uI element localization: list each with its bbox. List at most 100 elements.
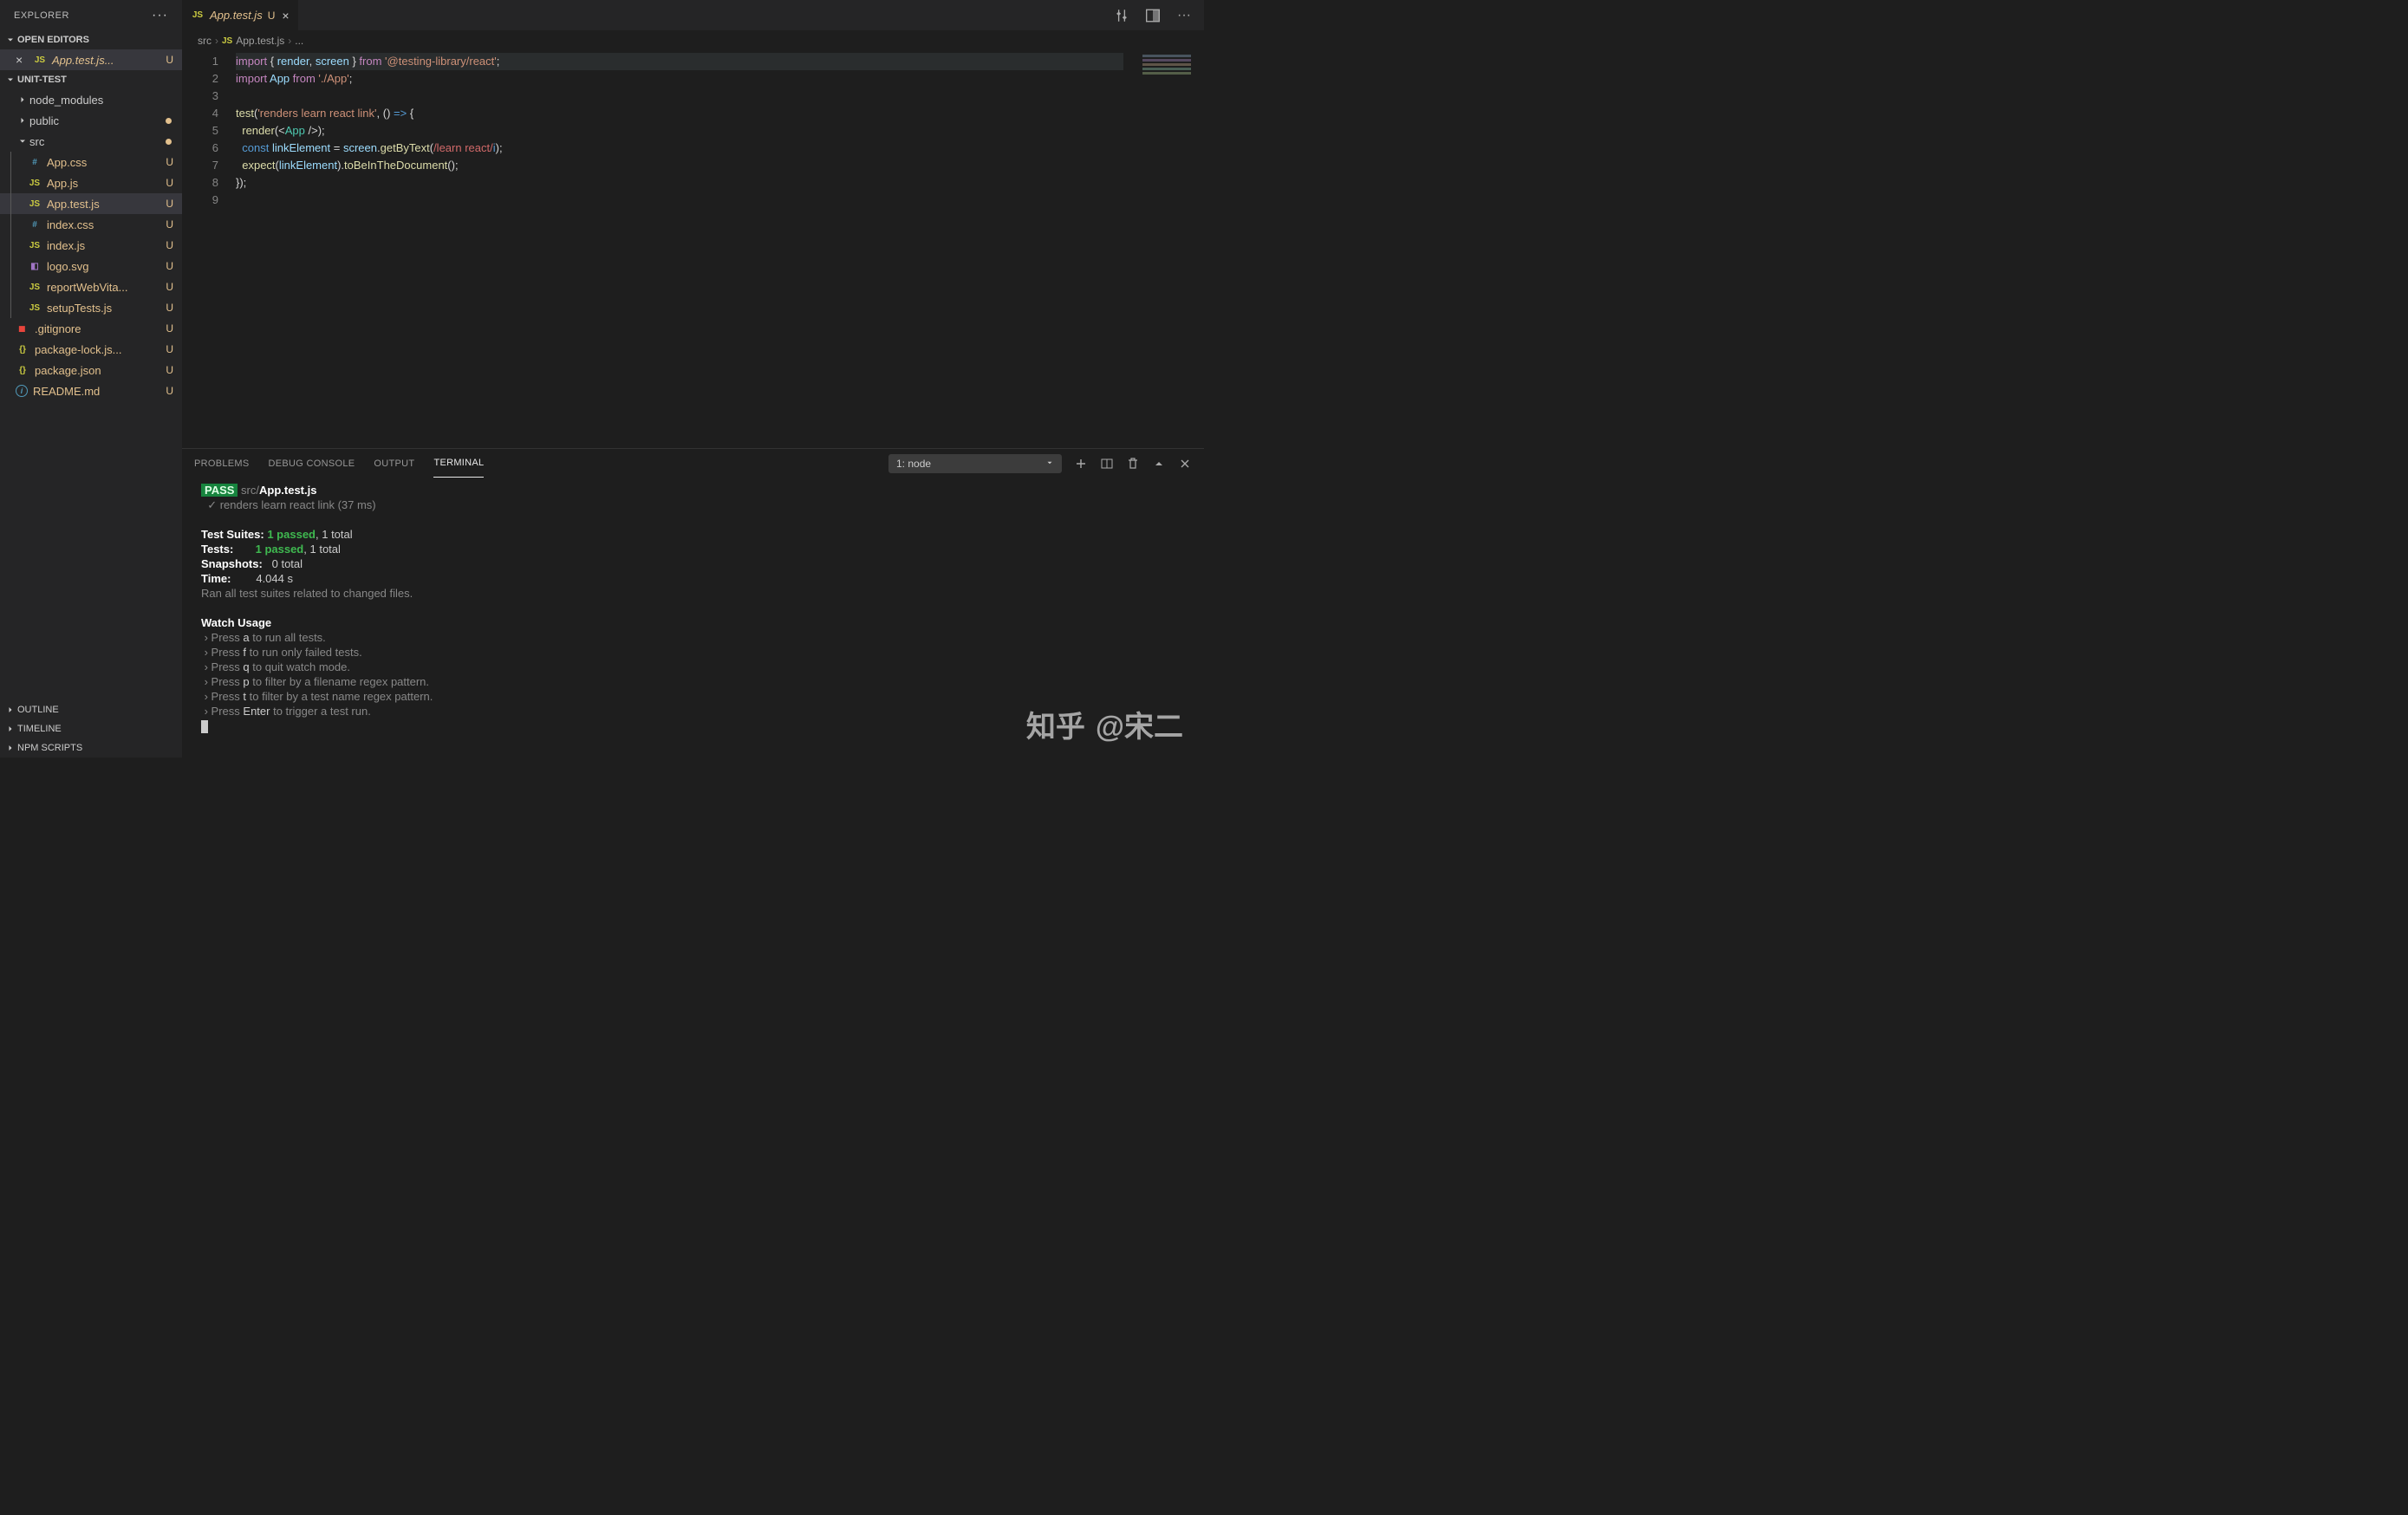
- close-icon[interactable]: ×: [282, 9, 289, 23]
- json-icon: {}: [16, 363, 29, 377]
- status-u: U: [166, 218, 173, 231]
- file-row[interactable]: #index.cssU: [0, 214, 182, 235]
- file-name: package.json: [35, 364, 101, 377]
- file-name: reportWebVita...: [47, 281, 127, 294]
- folder-name: public: [29, 114, 59, 127]
- status-u: U: [166, 302, 173, 314]
- line-gutter: 123456789: [182, 51, 236, 448]
- status-u: U: [166, 239, 173, 251]
- file-row[interactable]: iREADME.mdU: [0, 380, 182, 401]
- open-editors-header[interactable]: OPEN EDITORS: [0, 30, 182, 49]
- tab-output[interactable]: OUTPUT: [374, 449, 414, 478]
- file-name: App.css: [47, 156, 87, 169]
- editor-main: JS App.test.js U × ··· src › JS App.test…: [182, 0, 1204, 758]
- explorer-header: EXPLORER ···: [0, 0, 182, 30]
- plus-icon[interactable]: [1074, 457, 1088, 471]
- breadcrumb[interactable]: src › JS App.test.js › ...: [182, 30, 1204, 51]
- file-row[interactable]: #App.cssU: [0, 152, 182, 172]
- folder-name: src: [29, 135, 44, 148]
- terminal-select[interactable]: 1: node: [888, 454, 1062, 473]
- modified-dot: [166, 118, 172, 124]
- js-icon: JS: [28, 301, 42, 315]
- open-editor-filename: App.test.js...: [52, 54, 114, 67]
- line-number: 3: [182, 88, 218, 105]
- tab-actions: ···: [1114, 0, 1204, 30]
- tab-filename: App.test.js: [210, 9, 263, 22]
- trash-icon[interactable]: [1126, 457, 1140, 471]
- workspace-label: UNIT-TEST: [17, 75, 67, 85]
- split-editor-icon[interactable]: [1145, 8, 1161, 23]
- watermark: 知乎@宋二: [1026, 703, 1183, 745]
- compare-icon[interactable]: [1114, 8, 1129, 23]
- folder-row[interactable]: node_modules: [0, 89, 182, 110]
- file-row[interactable]: {} package.json U: [0, 360, 182, 380]
- split-icon[interactable]: [1100, 457, 1114, 471]
- chevron-icon: [16, 134, 29, 148]
- bottom-panel: PROBLEMS DEBUG CONSOLE OUTPUT TERMINAL 1…: [182, 448, 1204, 758]
- open-editor-item[interactable]: × JS App.test.js... U: [0, 49, 182, 70]
- file-name: App.js: [47, 177, 78, 190]
- chevron-right-icon: [3, 703, 17, 717]
- line-number: 4: [182, 105, 218, 122]
- chevron-up-icon[interactable]: [1152, 457, 1166, 471]
- js-icon: JS: [222, 34, 232, 48]
- status-u: U: [166, 343, 173, 355]
- line-number: 5: [182, 122, 218, 140]
- npm-scripts-header[interactable]: NPM SCRIPTS: [0, 738, 182, 758]
- folder-row[interactable]: src: [0, 131, 182, 152]
- file-row[interactable]: JS App.js U: [0, 172, 182, 193]
- outline-header[interactable]: OUTLINE: [0, 700, 182, 719]
- chevron-right-icon: ›: [215, 35, 218, 47]
- workspace-header[interactable]: UNIT-TEST: [0, 70, 182, 89]
- tab-status: U: [268, 10, 276, 22]
- file-row[interactable]: JSreportWebVita...U: [0, 276, 182, 297]
- code-editor[interactable]: 123456789 import { render, screen } from…: [182, 51, 1204, 448]
- svg-icon: ◧: [28, 259, 42, 273]
- chevron-right-icon: [3, 741, 17, 755]
- explorer-title: EXPLORER: [14, 10, 69, 21]
- css-icon: #: [28, 218, 42, 231]
- open-editors-label: OPEN EDITORS: [17, 35, 89, 45]
- tab-problems[interactable]: PROBLEMS: [194, 449, 250, 478]
- folder-name: node_modules: [29, 94, 103, 107]
- status-u: U: [166, 54, 173, 66]
- chevron-icon: [16, 114, 29, 127]
- file-row[interactable]: JSindex.jsU: [0, 235, 182, 256]
- breadcrumb-seg[interactable]: ...: [295, 35, 303, 47]
- outline-label: OUTLINE: [17, 705, 59, 715]
- line-number: 2: [182, 70, 218, 88]
- close-icon[interactable]: [1178, 457, 1192, 471]
- file-row[interactable]: {}package-lock.js...U: [0, 339, 182, 360]
- file-row[interactable]: ◧logo.svgU: [0, 256, 182, 276]
- timeline-header[interactable]: TIMELINE: [0, 719, 182, 738]
- breadcrumb-seg[interactable]: src: [198, 35, 212, 47]
- terminal-output[interactable]: PASS src/App.test.js ✓ renders learn rea…: [182, 478, 1204, 758]
- explorer-more-icon[interactable]: ···: [152, 8, 168, 23]
- js-icon: JS: [28, 238, 42, 252]
- file-row[interactable]: JSApp.test.jsU: [0, 193, 182, 214]
- editor-tab[interactable]: JS App.test.js U ×: [182, 0, 299, 30]
- js-icon: JS: [28, 280, 42, 294]
- timeline-label: TIMELINE: [17, 724, 62, 734]
- tab-terminal[interactable]: TERMINAL: [433, 449, 484, 478]
- breadcrumb-seg[interactable]: App.test.js: [236, 35, 284, 47]
- panel-tabs: PROBLEMS DEBUG CONSOLE OUTPUT TERMINAL 1…: [182, 449, 1204, 478]
- more-icon[interactable]: ···: [1176, 8, 1192, 23]
- close-icon[interactable]: ×: [16, 53, 29, 67]
- terminal-select-value: 1: node: [896, 458, 931, 470]
- folder-row[interactable]: public: [0, 110, 182, 131]
- status-u: U: [166, 364, 173, 376]
- file-row[interactable]: JSsetupTests.jsU: [0, 297, 182, 318]
- status-u: U: [166, 156, 173, 168]
- status-u: U: [166, 177, 173, 189]
- js-icon: JS: [28, 176, 42, 190]
- file-row[interactable]: ◆.gitignoreU: [0, 318, 182, 339]
- status-u: U: [166, 198, 173, 210]
- npm-scripts-label: NPM SCRIPTS: [17, 743, 82, 753]
- file-name: README.md: [33, 385, 100, 398]
- file-name: package-lock.js...: [35, 343, 121, 356]
- tab-debug-console[interactable]: DEBUG CONSOLE: [269, 449, 355, 478]
- code-area[interactable]: import { render, screen } from '@testing…: [236, 51, 1204, 448]
- explorer-sidebar: EXPLORER ··· OPEN EDITORS × JS App.test.…: [0, 0, 182, 758]
- minimap[interactable]: [1142, 55, 1191, 79]
